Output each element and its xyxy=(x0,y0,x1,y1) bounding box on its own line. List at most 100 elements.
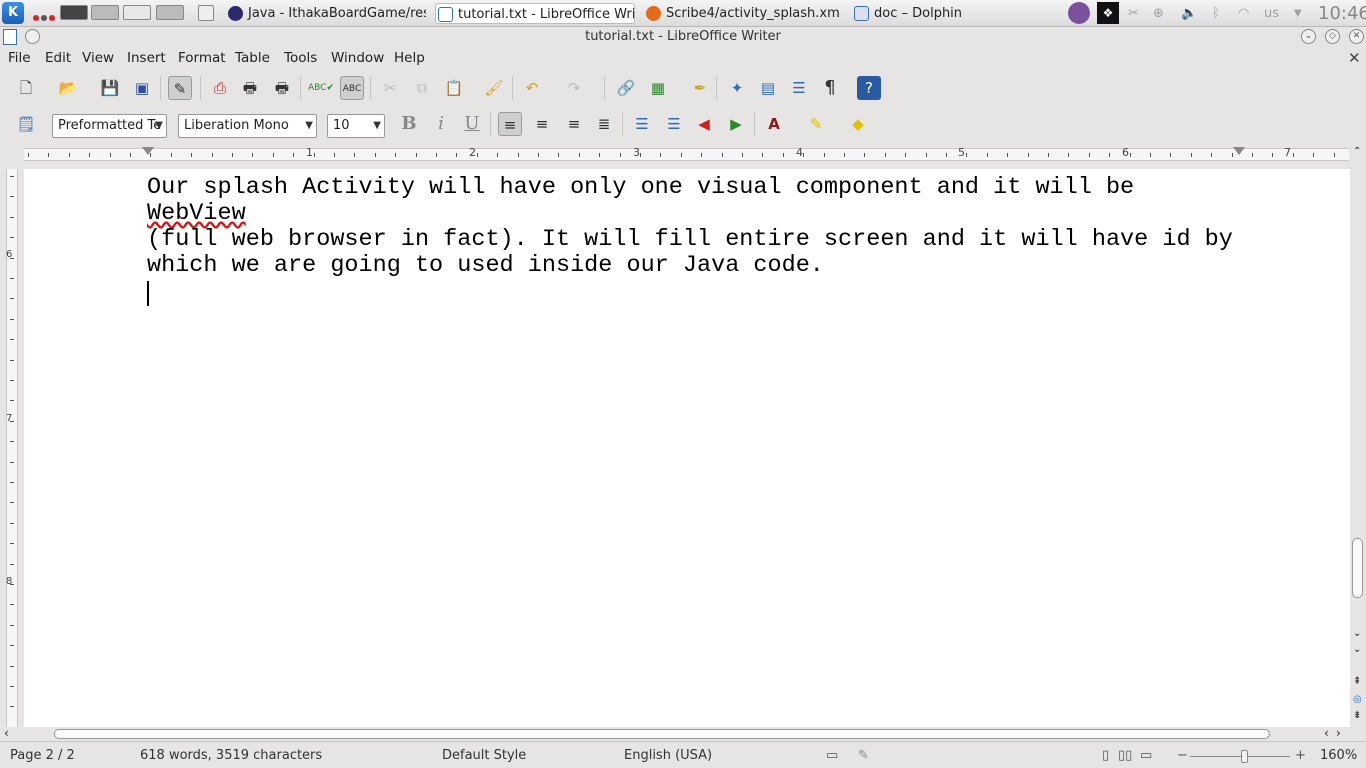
cut-icon[interactable]: ✂ xyxy=(378,76,402,100)
spellcheck-icon[interactable]: ABC✔ xyxy=(308,76,334,100)
next-page-icon[interactable]: ⇟ xyxy=(1353,710,1361,721)
menu-tools[interactable]: Tools xyxy=(284,50,317,66)
notes-icon[interactable] xyxy=(198,5,214,21)
vertical-scrollbar[interactable]: ⌃ ⌄ ⌄ ⇞ ◎ ⇟ xyxy=(1350,142,1366,727)
align-right-icon[interactable]: ≡ xyxy=(562,112,586,136)
bold-icon[interactable]: B xyxy=(397,112,421,136)
horizontal-scrollbar[interactable]: ‹ ‹ › xyxy=(0,726,1366,741)
minimize-button[interactable]: ⌄ xyxy=(1301,29,1316,44)
underline-icon[interactable]: U xyxy=(460,112,484,136)
window-dots-icon[interactable] xyxy=(33,10,57,25)
scroll-right-icon[interactable]: › xyxy=(1336,726,1341,740)
menu-edit[interactable]: Edit xyxy=(45,50,71,66)
maximize-button[interactable]: ◇ xyxy=(1325,29,1340,44)
decrease-indent-icon[interactable]: ◀ xyxy=(692,112,716,136)
formatting-marks-icon[interactable]: ¶ xyxy=(818,76,842,100)
scroll-down-icon[interactable]: ⌄ xyxy=(1353,644,1361,655)
zoom-level[interactable]: 160% xyxy=(1320,748,1357,763)
vertical-scroll-thumb[interactable] xyxy=(1352,538,1363,598)
styles-icon[interactable]: 🗒 xyxy=(14,112,38,136)
task-firefox[interactable]: Scribe4/activity_splash.xml at xyxy=(644,3,839,24)
wifi-icon[interactable]: ◠ xyxy=(1238,4,1249,23)
selection-mode-icon[interactable]: ▭ xyxy=(826,748,838,763)
language[interactable]: English (USA) xyxy=(624,748,712,763)
export-pdf-icon[interactable]: ⎙ xyxy=(208,76,232,100)
book-view-icon[interactable]: ▭ xyxy=(1140,748,1152,763)
save-remote-icon[interactable]: ▣ xyxy=(130,76,154,100)
desktop-3[interactable] xyxy=(123,5,151,20)
volume-icon[interactable]: 🔈 xyxy=(1181,4,1197,23)
desktop-2[interactable] xyxy=(91,5,119,20)
paste-icon[interactable]: 📋 xyxy=(442,76,466,100)
multi-page-view-icon[interactable]: ▯▯ xyxy=(1118,748,1132,763)
increase-indent-icon[interactable]: ▶ xyxy=(724,112,748,136)
page-style[interactable]: Default Style xyxy=(442,748,526,763)
scroll-down-icon[interactable]: ⌄ xyxy=(1353,628,1361,639)
keyboard-layout[interactable]: us xyxy=(1264,4,1279,23)
menu-format[interactable]: Format xyxy=(178,50,226,66)
dropbox-icon[interactable]: ❖ xyxy=(1097,2,1119,24)
word-count[interactable]: 618 words, 3519 characters xyxy=(140,748,322,763)
autospellcheck-icon[interactable]: ABC xyxy=(340,76,364,100)
misspelled-word[interactable]: WebView xyxy=(147,200,246,227)
font-color-icon[interactable]: A xyxy=(762,112,786,136)
chevron-down-icon[interactable]: ▼ xyxy=(1294,4,1302,23)
menu-help[interactable]: Help xyxy=(394,50,425,66)
hyperlink-icon[interactable]: 🔗 xyxy=(614,76,638,100)
task-eclipse[interactable]: Java - IthakaBoardGame/res/la xyxy=(226,3,426,24)
document-paragraph[interactable]: Our splash Activity will have only one v… xyxy=(147,175,1237,280)
desktop-4[interactable] xyxy=(156,5,184,20)
menu-view[interactable]: View xyxy=(82,50,114,66)
previous-page-icon[interactable]: ⇞ xyxy=(1353,676,1361,687)
clock[interactable]: 10:46 xyxy=(1318,4,1366,23)
kde-menu-button[interactable]: K xyxy=(2,2,24,24)
navigator-icon[interactable]: ✦ xyxy=(725,76,749,100)
redo-icon[interactable]: ↷ xyxy=(562,76,586,100)
menu-table[interactable]: Table xyxy=(235,50,270,66)
page-indicator[interactable]: Page 2 / 2 xyxy=(10,748,75,763)
clone-formatting-icon[interactable]: 🖌 xyxy=(482,76,506,100)
table-icon[interactable]: ▦ xyxy=(646,76,670,100)
zoom-out-icon[interactable]: − xyxy=(1177,748,1188,763)
scroll-left-icon[interactable]: ‹ xyxy=(4,726,9,740)
bluetooth-icon[interactable]: ᛒ xyxy=(1212,4,1220,23)
task-writer[interactable]: tutorial.txt - LibreOffice Write xyxy=(435,3,635,24)
open-icon[interactable]: 📂 xyxy=(56,76,80,100)
task-dolphin[interactable]: doc – Dolphin xyxy=(852,3,1002,24)
print-icon[interactable]: 🖶 xyxy=(238,76,262,100)
undo-icon[interactable]: ↶ xyxy=(520,76,544,100)
zoom-slider-handle[interactable] xyxy=(1241,750,1248,763)
document-modified-icon[interactable]: ✎ xyxy=(858,748,869,763)
close-button[interactable]: ✕ xyxy=(1349,29,1364,44)
right-indent-marker[interactable] xyxy=(1233,147,1245,155)
italic-icon[interactable]: i xyxy=(429,112,453,136)
paragraph-style-select[interactable]: Preformatted Te ▼ xyxy=(52,114,167,138)
viber-icon[interactable] xyxy=(1068,2,1090,24)
new-document-icon[interactable]: 🗋 xyxy=(14,76,38,100)
help-icon[interactable]: ? xyxy=(857,76,881,100)
highlighting-icon[interactable]: ✎ xyxy=(804,112,828,136)
scissors-icon[interactable]: ✂ xyxy=(1128,4,1139,23)
save-icon[interactable]: 💾 xyxy=(98,76,122,100)
numbering-icon[interactable]: ☰ xyxy=(630,112,654,136)
scroll-left-icon[interactable]: ‹ xyxy=(1324,726,1329,740)
font-name-select[interactable]: Liberation Mono ▼ xyxy=(178,114,317,138)
justify-icon[interactable]: ≣ xyxy=(592,112,616,136)
zoom-in-icon[interactable]: + xyxy=(1295,748,1306,763)
close-document-icon[interactable]: ✕ xyxy=(1348,49,1361,67)
data-sources-icon[interactable]: ☰ xyxy=(787,76,811,100)
menu-file[interactable]: File xyxy=(8,50,31,66)
menu-insert[interactable]: Insert xyxy=(127,50,166,66)
menu-window[interactable]: Window xyxy=(331,50,384,66)
print-preview-icon[interactable]: 🖶 xyxy=(270,76,294,100)
network-icon[interactable]: ⊕ xyxy=(1153,4,1164,23)
zoom-slider[interactable] xyxy=(1190,756,1290,757)
draw-functions-icon[interactable]: ✒ xyxy=(688,76,712,100)
navigation-icon[interactable]: ◎ xyxy=(1353,694,1362,705)
single-page-view-icon[interactable]: ▯ xyxy=(1102,748,1109,763)
copy-icon[interactable]: ⧉ xyxy=(410,76,434,100)
bullets-icon[interactable]: ☰ xyxy=(662,112,686,136)
background-color-icon[interactable]: ◆ xyxy=(846,112,870,136)
desktop-1[interactable] xyxy=(60,5,88,20)
font-size-select[interactable]: 10 ▼ xyxy=(327,114,385,138)
